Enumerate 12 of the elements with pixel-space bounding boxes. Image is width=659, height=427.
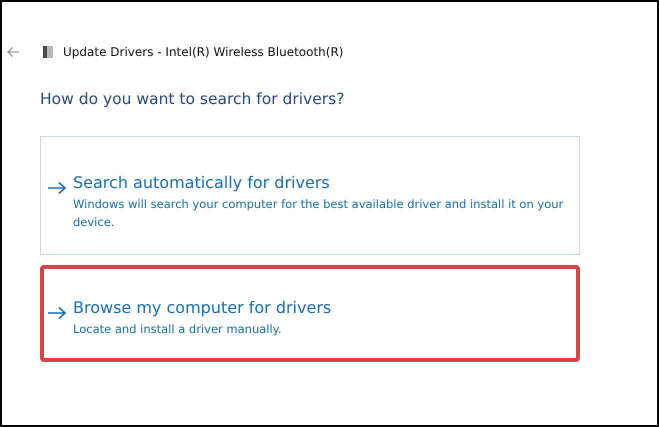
option-card[interactable]: Browse my computer for drivers Locate and install a driver manually. [40,265,580,362]
option-title: Browse my computer for drivers [73,298,332,316]
device-icon [42,45,54,59]
back-icon[interactable] [6,46,20,58]
arrow-icon [47,306,67,320]
option-title: Search automatically for drivers [73,172,331,192]
page-heading: How do you want to search for drivers? [40,90,346,108]
arrow-icon [47,180,67,194]
option-description: Windows will search your computer for the best available driver and install it on your device. [73,196,564,230]
option-description: Locate and install a driver manually. [73,320,282,338]
window-title: Update Drivers - Intel(R) Wireless Bluetooth(R) [63,45,344,59]
option-card[interactable]: Search automatically for drivers Windows will search your computer for the best available driver and install it on your device. [40,136,580,255]
